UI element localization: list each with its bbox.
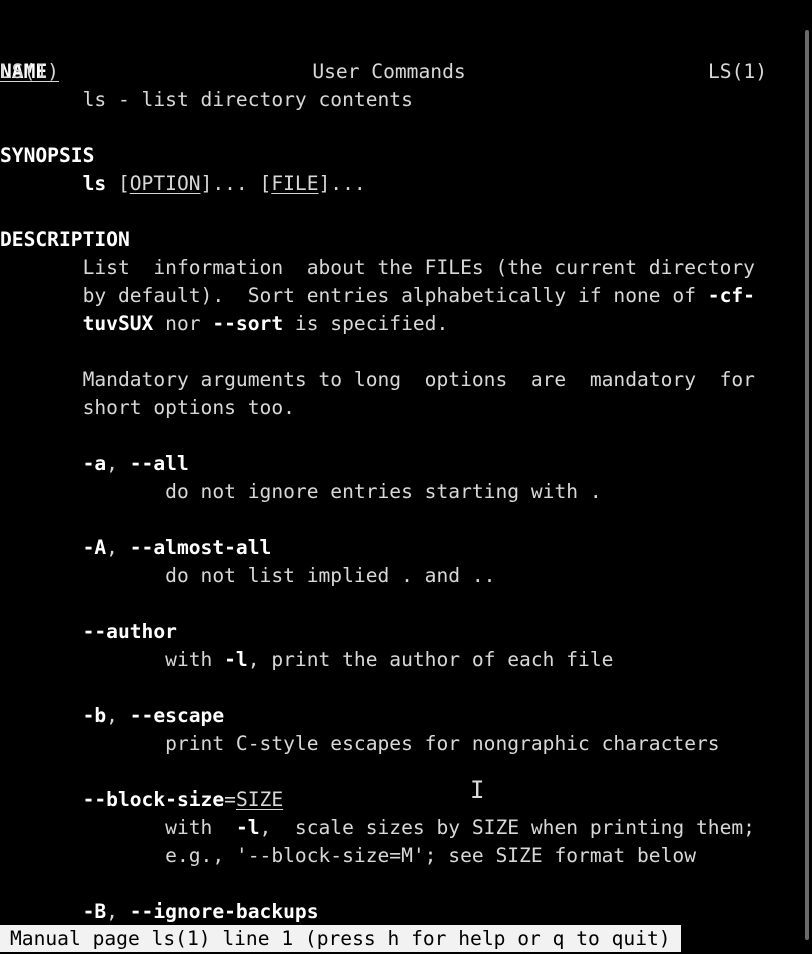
mandatory-text-2: short options too. <box>82 396 295 419</box>
section-description-heading: DESCRIPTION <box>0 228 130 251</box>
desc-line-2: by default). Sort entries alphabetically… <box>0 282 800 310</box>
header-center: User Commands <box>312 60 466 83</box>
option-block-size: --block-size=SIZE <box>82 788 284 811</box>
option-bs-desc-pre: with <box>165 816 236 839</box>
option-A-short: -A <box>82 536 107 559</box>
option-B-short: -B <box>82 900 107 923</box>
option-author-desc-flag: -l <box>224 648 248 671</box>
section-synopsis-heading: SYNOPSIS <box>0 144 95 167</box>
option-A-desc-text: do not list implied . and .. <box>165 564 496 587</box>
option-block-size-desc-2: e.g., '--block-size=M'; see SIZE format … <box>0 842 800 870</box>
option-author-desc-pre: with <box>165 648 225 671</box>
desc-text-nor: nor <box>153 312 213 335</box>
option-author-desc: with -l, print the author of each file <box>0 646 800 674</box>
option-A-long: --almost-all <box>129 536 272 559</box>
desc-text-end: is specified. <box>283 312 449 335</box>
desc-text-1: List information about the FILEs (the cu… <box>82 256 755 279</box>
synopsis-file: FILE <box>271 172 319 195</box>
option-author-long: --author <box>82 620 177 643</box>
option-block-size-desc-1: with -l, scale sizes by SIZE when printi… <box>0 814 800 842</box>
option-a-desc: do not ignore entries starting with . <box>0 478 800 506</box>
man-page-content: LS(1) LS(1) User Commands NAME ls - list… <box>0 2 800 926</box>
name-line: ls - list directory contents <box>0 86 800 114</box>
name-text: ls - list directory contents <box>82 88 413 111</box>
option-a-desc-text: do not ignore entries starting with . <box>165 480 602 503</box>
mandatory-text-1: Mandatory arguments to long options are … <box>82 368 755 391</box>
desc-flag-sort: --sort <box>212 312 284 335</box>
option-author: --author <box>0 618 800 646</box>
option-B-long: --ignore-backups <box>129 900 319 923</box>
synopsis-option: OPTION <box>129 172 201 195</box>
desc-text-2: by default). Sort entries alphabetically… <box>82 284 708 307</box>
option-b-short: -b <box>82 704 107 727</box>
option-escape: -b, --escape <box>82 704 225 727</box>
option-escape-desc: print C-style escapes for nongraphic cha… <box>0 730 800 758</box>
option-almost-all: -A, --almost-all <box>82 536 272 559</box>
option-bs-desc-2-text: e.g., '--block-size=M'; see SIZE format … <box>165 844 696 867</box>
mandatory-line-1: Mandatory arguments to long options are … <box>0 366 800 394</box>
desc-line-3: tuvSUX nor --sort is specified. <box>0 310 800 338</box>
desc-flag-tuvsux: tuvSUX <box>82 312 154 335</box>
synopsis-cmd: ls <box>82 172 107 195</box>
option-author-desc-post: , print the author of each file <box>247 648 614 671</box>
desc-flag-cf: -cf- <box>707 284 755 307</box>
text-cursor-icon: I <box>470 776 485 804</box>
terminal-window[interactable]: LS(1) LS(1) User Commands NAME ls - list… <box>0 0 812 954</box>
option-block-size-long: --block-size <box>82 788 225 811</box>
option-bs-desc-flag: -l <box>235 816 260 839</box>
option-b-desc-text: print C-style escapes for nongraphic cha… <box>165 732 720 755</box>
option-bs-desc-post: , scale sizes by SIZE when printing them… <box>259 816 755 839</box>
option-a-short: -a <box>82 452 107 475</box>
option-a-long: --all <box>129 452 189 475</box>
pager-status-bar: Manual page ls(1) line 1 (press h for he… <box>0 925 681 952</box>
synopsis-line: ls [OPTION]... [FILE]... <box>82 172 366 195</box>
desc-line-1: List information about the FILEs (the cu… <box>0 254 800 282</box>
option-a: -a, --all <box>82 452 189 475</box>
option-block-size-arg: SIZE <box>235 788 284 811</box>
option-ignore-backups: -B, --ignore-backups <box>82 900 319 923</box>
scrollbar[interactable] <box>800 0 812 954</box>
scrollbar-thumb[interactable] <box>805 30 809 940</box>
option-almost-all-desc: do not list implied . and .. <box>0 562 800 590</box>
man-header: LS(1) LS(1) User Commands <box>0 2 800 83</box>
mandatory-line-2: short options too. <box>0 394 800 422</box>
option-b-long: --escape <box>129 704 225 727</box>
